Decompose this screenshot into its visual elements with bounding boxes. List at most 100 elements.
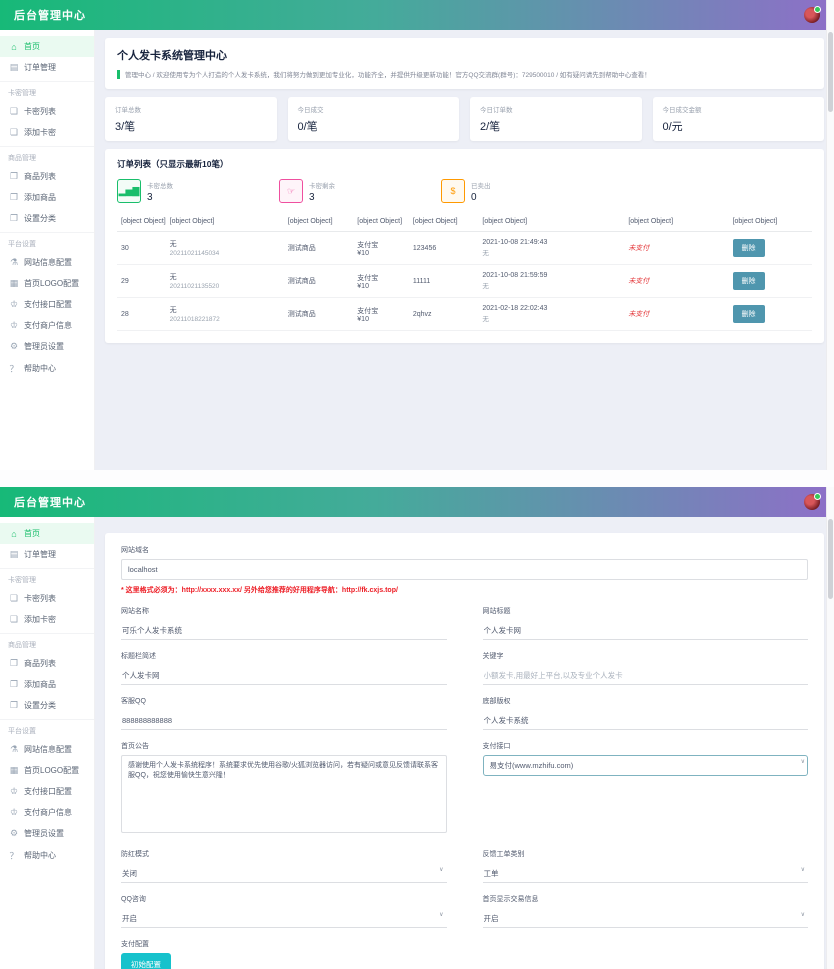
product-cell: 测试商品	[284, 298, 354, 331]
site-name-input[interactable]	[121, 623, 447, 640]
domain-input[interactable]	[121, 559, 808, 580]
stat-value: 0/元	[663, 118, 815, 134]
sidebar-item[interactable]: ▤ 订单管理	[0, 544, 94, 565]
mini-stat-icon: $	[441, 179, 465, 203]
sidebar-item[interactable]: ❏ 卡密列表	[0, 588, 94, 609]
time-cell: 2021-10-08 21:49:43 无	[478, 232, 624, 265]
sidebar-item[interactable]: ▦ 首页LOGO配置	[0, 760, 94, 781]
pay-api-select[interactable]: 易支付(www.mzhifu.com)	[483, 755, 809, 776]
pay-config-label: 支付配置	[121, 939, 808, 949]
order-list-card: 订单列表（只显示最新10笔） ▂▅▇ 卡密总数 3	[105, 149, 824, 343]
qq-consult-select[interactable]: 开启	[121, 911, 447, 928]
table-body: 30 无 20211021145034 测试商品 支付宝 ¥10	[117, 232, 812, 331]
sidebar-item[interactable]: ❏ 添加卡密	[0, 122, 94, 143]
avatar[interactable]	[804, 7, 820, 23]
sidebar-item-label: 卡密管理	[8, 88, 36, 98]
table-header-cell: [object Object]	[166, 212, 284, 232]
sidebar-item-label: 支付商户信息	[24, 320, 72, 331]
sidebar-item[interactable]: ▦ 首页LOGO配置	[0, 273, 94, 294]
sidebar-item[interactable]: ♔ 支付接口配置	[0, 781, 94, 802]
sidebar-item[interactable]: ❐ 商品列表	[0, 166, 94, 187]
keywords-label: 关键字	[483, 651, 809, 661]
site-title-input[interactable]	[483, 623, 809, 640]
sidebar-item-label: 卡密管理	[8, 575, 36, 585]
sidebar-item[interactable]: ⚙ 管理员设置	[0, 336, 94, 357]
mini-stat-icon: ▂▅▇	[117, 179, 141, 203]
delete-button[interactable]: 删除	[733, 272, 765, 290]
sidebar-item[interactable]: ？ 帮助中心	[0, 357, 94, 380]
sidebar-item[interactable]: ⌂ 首页	[0, 36, 94, 57]
sidebar-item[interactable]: ▤ 订单管理	[0, 57, 94, 78]
sidebar-item-icon: ▦	[9, 278, 19, 289]
top-bar: 后台管理中心	[0, 487, 834, 517]
copyright-input[interactable]	[483, 713, 809, 730]
sidebar-item-icon: ？	[9, 362, 19, 375]
sidebar-item[interactable]: ❐ 设置分类	[0, 695, 94, 716]
action-cell: 删除	[729, 265, 812, 298]
sidebar-item[interactable]: ⚙ 管理员设置	[0, 823, 94, 844]
sidebar-item-label: 添加卡密	[24, 614, 56, 625]
notice-textarea[interactable]	[121, 755, 447, 833]
sidebar-item[interactable]: ？ 帮助中心	[0, 844, 94, 867]
sidebar-item[interactable]: ❐ 设置分类	[0, 208, 94, 229]
sidebar-item-icon: ⚙	[9, 828, 19, 839]
sidebar-item-icon: ♔	[9, 299, 19, 310]
scrollbar-thumb[interactable]	[828, 32, 833, 112]
copyright-label: 底部版权	[483, 696, 809, 706]
scrollbar-thumb[interactable]	[828, 519, 833, 599]
sidebar-item[interactable]: 商品管理	[0, 633, 94, 653]
sidebar-item[interactable]: ⌂ 首页	[0, 523, 94, 544]
stats-row: 订单总数 3/笔 今日成交 0/笔 今日订单数 2/笔 今日成交金额	[105, 97, 824, 141]
stat-label: 订单总数	[115, 104, 267, 114]
sidebar-item-label: 商品管理	[8, 640, 36, 650]
sidebar-item-label: 支付接口配置	[24, 299, 72, 310]
init-config-button[interactable]: 初始配置	[121, 953, 171, 969]
delete-button[interactable]: 删除	[733, 239, 765, 257]
mini-stat: ☞ 卡密剩余 3	[279, 179, 441, 203]
status-badge: 未支付	[628, 278, 649, 285]
status-cell: 未支付	[624, 232, 728, 265]
mini-stat-value: 3	[309, 192, 335, 203]
scrollbar[interactable]	[826, 0, 834, 470]
sidebar-item[interactable]: 商品管理	[0, 146, 94, 166]
subtitle-input[interactable]	[121, 668, 447, 685]
table-row: 30 无 20211021145034 测试商品 支付宝 ¥10	[117, 232, 812, 265]
sidebar-item[interactable]: ♔ 支付商户信息	[0, 802, 94, 823]
stat-label: 今日成交	[298, 104, 450, 114]
sidebar-item[interactable]: ❏ 添加卡密	[0, 609, 94, 630]
sidebar-item[interactable]: 卡密管理	[0, 568, 94, 588]
sidebar-item[interactable]: ♔ 支付接口配置	[0, 294, 94, 315]
qq-consult-label: QQ咨询	[121, 894, 447, 904]
sidebar-item[interactable]: 卡密管理	[0, 81, 94, 101]
sidebar-item-icon: ⚗	[9, 257, 19, 268]
sidebar-item[interactable]: ⚗ 网站信息配置	[0, 252, 94, 273]
status-badge: 未支付	[628, 245, 649, 252]
contact-cell: 123456	[409, 232, 479, 265]
stat-card: 今日订单数 2/笔	[470, 97, 642, 141]
action-cell: 删除	[729, 298, 812, 331]
sidebar-item[interactable]: ❐ 商品列表	[0, 653, 94, 674]
table-row: 28 无 20211018221872 测试商品 支付宝 ¥10	[117, 298, 812, 331]
delete-button[interactable]: 删除	[733, 305, 765, 323]
feedback-type-select[interactable]: 工单	[483, 866, 809, 883]
sidebar-item[interactable]: ❐ 添加商品	[0, 187, 94, 208]
show-trades-select[interactable]: 开启	[483, 911, 809, 928]
sidebar-item-icon: ♔	[9, 807, 19, 818]
avatar[interactable]	[804, 494, 820, 510]
qq-input[interactable]	[121, 713, 447, 730]
settings-screen: 后台管理中心 ⌂ 首页 ▤ 订单管理 卡密管理	[0, 487, 834, 969]
mini-stat-label: 卡密剩余	[309, 180, 335, 190]
scrollbar[interactable]	[826, 487, 834, 969]
sidebar-item[interactable]: 平台设置	[0, 232, 94, 252]
sidebar-item[interactable]: ⚗ 网站信息配置	[0, 739, 94, 760]
sidebar-item[interactable]: ♔ 支付商户信息	[0, 315, 94, 336]
sidebar-item-label: 添加商品	[24, 679, 56, 690]
sidebar-item[interactable]: ❐ 添加商品	[0, 674, 94, 695]
anti-red-select[interactable]: 关闭	[121, 866, 447, 883]
keywords-input[interactable]	[483, 668, 809, 685]
domain-note: * 这里格式必须为：http://xxxx.xxx.xx/ 另外给您推荐的好用程…	[121, 585, 808, 595]
order-id-cell: 29	[117, 265, 166, 298]
sidebar-item[interactable]: ❏ 卡密列表	[0, 101, 94, 122]
table-header-cell: [object Object]	[729, 212, 812, 232]
sidebar-item[interactable]: 平台设置	[0, 719, 94, 739]
